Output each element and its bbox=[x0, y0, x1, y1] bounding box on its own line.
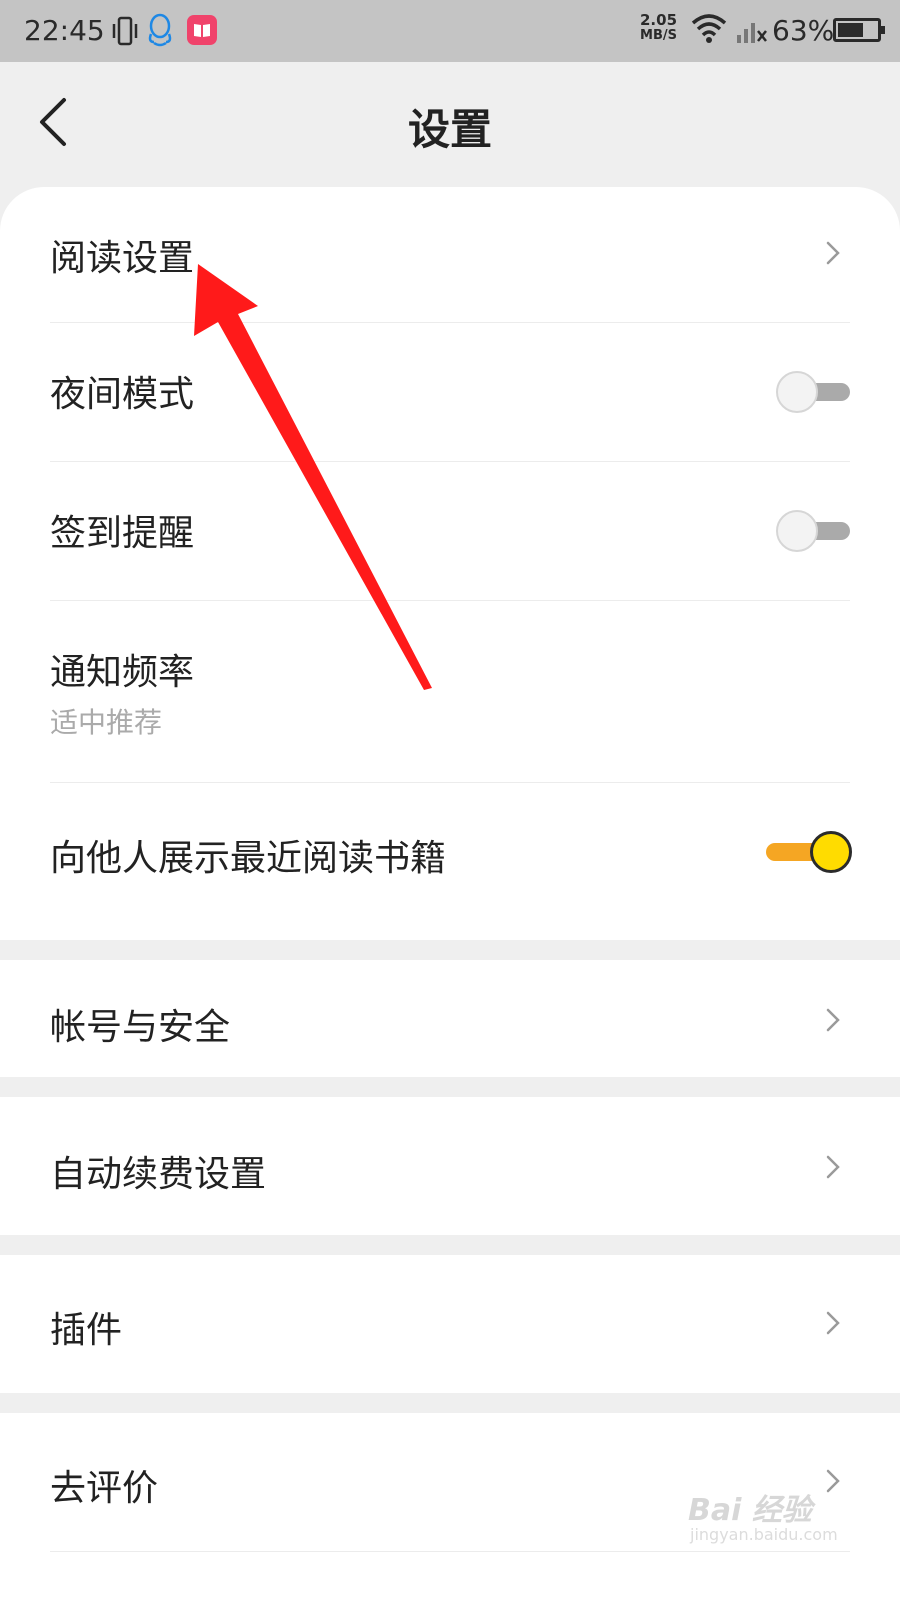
settings-row-auto-renew[interactable]: 自动续费设置 bbox=[50, 1097, 850, 1235]
settings-card-account: 帐号与安全 bbox=[0, 960, 900, 1077]
settings-row-label: 帐号与安全 bbox=[50, 1007, 231, 1048]
settings-row-label: 去评价 bbox=[50, 1468, 159, 1509]
wifi-icon bbox=[690, 12, 728, 50]
settings-row-reading[interactable]: 阅读设置 bbox=[50, 187, 850, 325]
settings-row-label: 夜间模式 bbox=[50, 374, 195, 415]
status-time: 22:45 bbox=[24, 14, 105, 47]
chevron-right-icon bbox=[826, 241, 840, 265]
toggle-knob bbox=[776, 510, 818, 552]
settings-card-plugins: 插件 bbox=[0, 1255, 900, 1393]
settings-row-label: 向他人展示最近阅读书籍 bbox=[50, 838, 447, 879]
show-recent-books-toggle[interactable] bbox=[766, 831, 852, 873]
status-bar: 22:45 2.05 MB/S 63% bbox=[0, 0, 900, 62]
vibrate-icon bbox=[110, 14, 140, 52]
settings-row-night-mode[interactable]: 夜间模式 bbox=[50, 323, 850, 461]
baidu-watermark: Bai 经验 bbox=[688, 1493, 812, 1528]
signal-icon bbox=[736, 15, 768, 49]
settings-card-auto-renew: 自动续费设置 bbox=[0, 1097, 900, 1235]
settings-row-account-security[interactable]: 帐号与安全 bbox=[50, 960, 850, 1077]
settings-row-label: 插件 bbox=[50, 1310, 123, 1351]
settings-card-main: 阅读设置 夜间模式 签到提醒 通知频率 适中推荐 向他人展示最近阅读书籍 bbox=[0, 187, 900, 940]
app-header: 设置 bbox=[0, 62, 900, 187]
settings-row-label: 自动续费设置 bbox=[50, 1154, 267, 1195]
toggle-knob bbox=[776, 371, 818, 413]
chevron-right-icon bbox=[826, 1008, 840, 1032]
divider bbox=[50, 1551, 850, 1552]
chevron-right-icon bbox=[826, 1311, 840, 1335]
network-speed: 2.05 MB/S bbox=[640, 12, 677, 44]
network-speed-value: 2.05 bbox=[640, 11, 678, 29]
chevron-right-icon bbox=[826, 1469, 840, 1493]
settings-row-notify-frequency[interactable]: 通知频率 适中推荐 bbox=[50, 601, 850, 781]
battery-icon bbox=[833, 18, 885, 42]
page-title: 设置 bbox=[407, 105, 492, 154]
qq-icon bbox=[146, 12, 174, 52]
night-mode-toggle[interactable] bbox=[776, 371, 850, 413]
settings-row-label: 阅读设置 bbox=[50, 238, 195, 279]
checkin-reminder-toggle[interactable] bbox=[776, 510, 850, 552]
settings-row-label: 签到提醒 bbox=[50, 513, 195, 554]
settings-row-show-recent-books[interactable]: 向他人展示最近阅读书籍 bbox=[50, 783, 852, 940]
network-speed-unit: MB/S bbox=[640, 28, 677, 43]
chevron-right-icon bbox=[826, 1155, 840, 1179]
watermark-url: jingyan.baidu.com bbox=[690, 1525, 838, 1544]
settings-screen: 22:45 2.05 MB/S 63% 设置 阅读设置 夜间模式 签到提醒 通知… bbox=[0, 0, 900, 1600]
settings-row-label: 通知频率 bbox=[50, 652, 195, 693]
settings-row-value: 适中推荐 bbox=[50, 706, 163, 739]
toggle-knob bbox=[810, 831, 852, 873]
settings-row-checkin-reminder[interactable]: 签到提醒 bbox=[50, 462, 850, 600]
book-app-icon bbox=[186, 14, 218, 50]
battery-percent: 63% bbox=[772, 14, 835, 47]
settings-row-plugins[interactable]: 插件 bbox=[50, 1255, 850, 1393]
